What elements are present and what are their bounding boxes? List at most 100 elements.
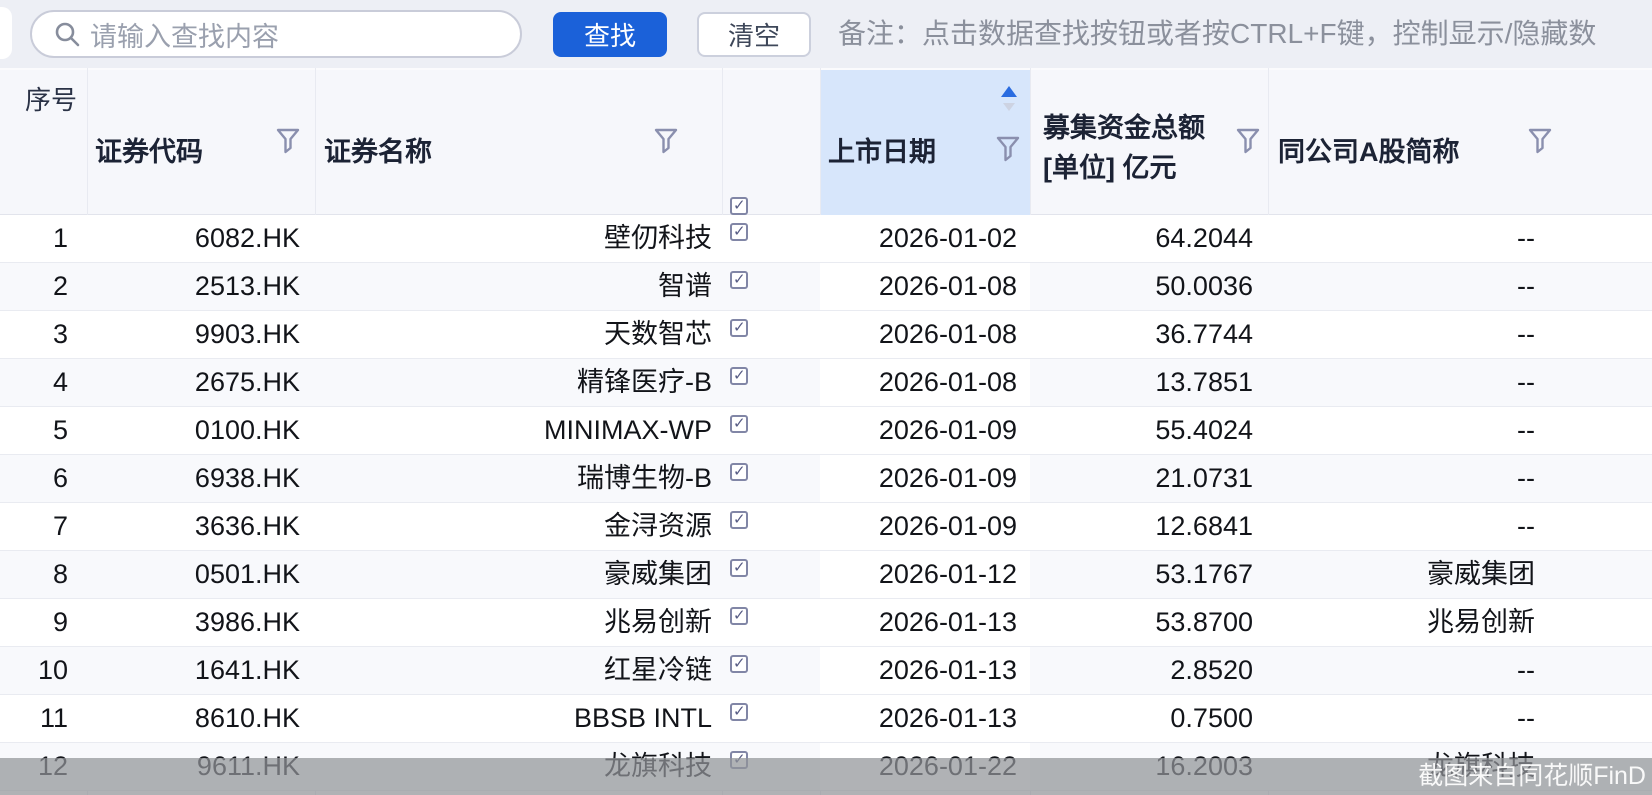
row-date: 2026-01-08	[820, 311, 1030, 358]
filter-icon-code[interactable]	[276, 128, 300, 154]
row-amount: 2.8520	[1030, 647, 1268, 694]
table-row[interactable]: 16082.HK壁仞科技2026-01-0264.2044--	[0, 215, 1652, 263]
row-index: 3	[0, 311, 87, 358]
row-amount: 13.7851	[1030, 359, 1268, 406]
panel-edge	[0, 7, 12, 59]
sort-desc-icon[interactable]	[1003, 103, 1015, 111]
search-icon	[54, 21, 80, 47]
row-checkbox[interactable]	[730, 367, 748, 385]
row-date: 2026-01-13	[820, 695, 1030, 742]
row-name: 天数智芯	[315, 311, 722, 358]
select-all-checkbox[interactable]	[730, 197, 748, 215]
row-checkbox[interactable]	[730, 271, 748, 289]
row-ashare: --	[1268, 359, 1652, 406]
table-row[interactable]: 42675.HK精锋医疗-B2026-01-0813.7851--	[0, 359, 1652, 407]
row-index: 6	[0, 455, 87, 502]
row-ashare: --	[1268, 503, 1652, 550]
row-date: 2026-01-13	[820, 599, 1030, 646]
table-row[interactable]: 39903.HK天数智芯2026-01-0836.7744--	[0, 311, 1652, 359]
column-header-name[interactable]: 证券名称	[324, 130, 432, 169]
row-date: 2026-01-09	[820, 455, 1030, 502]
row-checkbox-cell	[722, 359, 820, 406]
row-date: 2026-01-02	[820, 215, 1030, 262]
row-index: 11	[0, 695, 87, 742]
row-name: 豪威集团	[315, 551, 722, 598]
row-index: 10	[0, 647, 87, 694]
row-ashare: --	[1268, 695, 1652, 742]
row-name: 智谱	[315, 263, 722, 310]
watermark-text: 截图来自同花顺FinD	[1418, 758, 1646, 795]
table-row[interactable]: 66938.HK瑞博生物-B2026-01-0921.0731--	[0, 455, 1652, 503]
sort-asc-icon[interactable]	[1001, 86, 1017, 97]
row-checkbox[interactable]	[730, 607, 748, 625]
row-checkbox-cell	[722, 695, 820, 742]
row-checkbox[interactable]	[730, 223, 748, 241]
row-ashare: 兆易创新	[1268, 599, 1652, 646]
watermark-band: 截图来自同花顺FinD	[0, 758, 1652, 795]
row-checkbox-cell	[722, 647, 820, 694]
table-row[interactable]: 101641.HK红星冷链2026-01-132.8520--	[0, 647, 1652, 695]
row-index: 7	[0, 503, 87, 550]
row-ashare: 豪威集团	[1268, 551, 1652, 598]
row-checkbox[interactable]	[730, 511, 748, 529]
row-ashare: --	[1268, 215, 1652, 262]
row-ashare: --	[1268, 407, 1652, 454]
row-code: 6082.HK	[87, 215, 315, 262]
row-checkbox[interactable]	[730, 319, 748, 337]
clear-button[interactable]: 清空	[697, 12, 811, 57]
row-name: 精锋医疗-B	[315, 359, 722, 406]
row-index: 8	[0, 551, 87, 598]
row-name: 瑞博生物-B	[315, 455, 722, 502]
row-index: 1	[0, 215, 87, 262]
row-date: 2026-01-09	[820, 407, 1030, 454]
search-input[interactable]: 请输入查找内容	[30, 10, 522, 58]
row-checkbox-cell	[722, 263, 820, 310]
row-index: 5	[0, 407, 87, 454]
column-header-amount[interactable]: 募集资金总额 [单位] 亿元	[1043, 108, 1205, 188]
row-name: 兆易创新	[315, 599, 722, 646]
row-amount: 36.7744	[1030, 311, 1268, 358]
row-checkbox[interactable]	[730, 559, 748, 577]
row-checkbox[interactable]	[730, 655, 748, 673]
column-header-ashare[interactable]: 同公司A股简称	[1278, 130, 1460, 169]
row-checkbox-cell	[722, 407, 820, 454]
row-checkbox[interactable]	[730, 415, 748, 433]
row-checkbox[interactable]	[730, 703, 748, 721]
table-row[interactable]: 80501.HK豪威集团2026-01-1253.1767豪威集团	[0, 551, 1652, 599]
row-name: MINIMAX-WP	[315, 407, 722, 454]
column-header-date[interactable]: 上市日期	[828, 130, 936, 169]
row-ashare: --	[1268, 647, 1652, 694]
table-row[interactable]: 50100.HKMINIMAX-WP 2026-01-0955.4024--	[0, 407, 1652, 455]
filter-icon-date[interactable]	[996, 136, 1020, 162]
row-code: 6938.HK	[87, 455, 315, 502]
column-header-code[interactable]: 证券代码	[95, 130, 203, 169]
row-name: BBSB INTL	[315, 695, 722, 742]
row-checkbox-cell	[722, 215, 820, 262]
find-button[interactable]: 查找	[553, 12, 667, 57]
row-checkbox-cell	[722, 455, 820, 502]
row-name: 红星冷链	[315, 647, 722, 694]
search-placeholder: 请输入查找内容	[90, 15, 279, 54]
table-row[interactable]: 118610.HKBBSB INTL2026-01-130.7500--	[0, 695, 1652, 743]
row-amount: 55.4024	[1030, 407, 1268, 454]
filter-icon-name[interactable]	[654, 128, 678, 154]
row-date: 2026-01-12	[820, 551, 1030, 598]
filter-icon-ashare[interactable]	[1528, 128, 1552, 154]
row-code: 0100.HK	[87, 407, 315, 454]
row-code: 3636.HK	[87, 503, 315, 550]
row-date: 2026-01-08	[820, 359, 1030, 406]
row-code: 9903.HK	[87, 311, 315, 358]
row-amount: 12.6841	[1030, 503, 1268, 550]
row-checkbox[interactable]	[730, 463, 748, 481]
row-date: 2026-01-09	[820, 503, 1030, 550]
row-index: 9	[0, 599, 87, 646]
table-row[interactable]: 22513.HK智谱2026-01-0850.0036--	[0, 263, 1652, 311]
sort-control[interactable]	[998, 86, 1020, 111]
column-header-index: 序号	[25, 80, 77, 117]
row-date: 2026-01-13	[820, 647, 1030, 694]
table-row[interactable]: 93986.HK兆易创新2026-01-1353.8700兆易创新	[0, 599, 1652, 647]
row-name: 金浔资源	[315, 503, 722, 550]
table-row[interactable]: 73636.HK金浔资源 2026-01-0912.6841--	[0, 503, 1652, 551]
filter-icon-amount[interactable]	[1236, 128, 1260, 154]
row-amount: 53.1767	[1030, 551, 1268, 598]
